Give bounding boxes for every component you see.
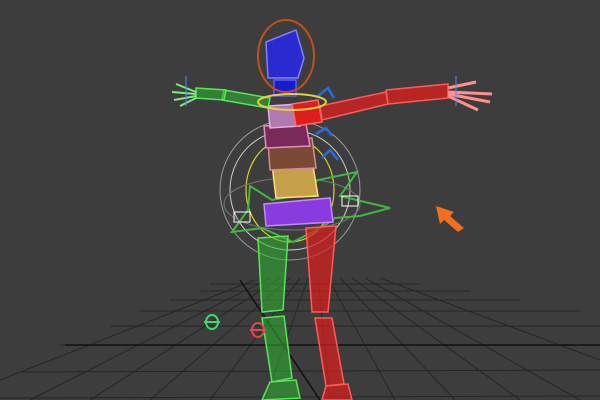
left-hand[interactable] [171,83,197,107]
arrow-icon [436,206,464,232]
rotate-arrows[interactable] [315,86,339,161]
floor-grid [0,277,600,400]
right-arm[interactable] [319,83,449,121]
head-block[interactable] [265,28,305,79]
viewport-canvas[interactable] [0,0,600,400]
right-hand[interactable] [447,80,493,112]
left-foot-marker[interactable] [204,314,220,330]
3d-viewport[interactable] [0,0,600,400]
right-leg[interactable] [305,225,353,400]
pelvis-block[interactable] [263,197,334,227]
right-clavicle[interactable] [291,99,323,127]
